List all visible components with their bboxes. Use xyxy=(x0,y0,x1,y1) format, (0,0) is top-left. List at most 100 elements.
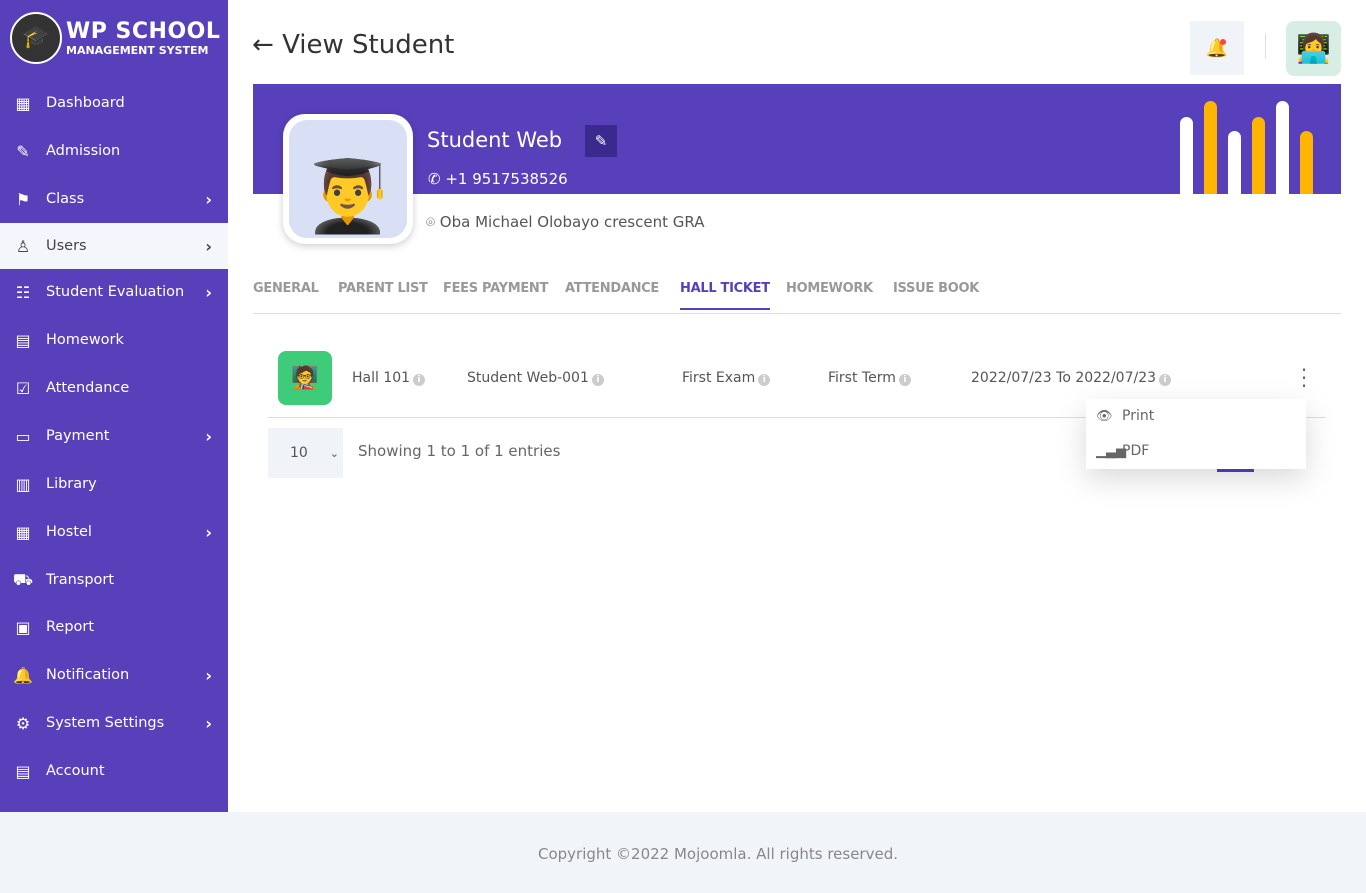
eye-icon: 👁 xyxy=(1096,408,1113,424)
tab-hall-ticket[interactable]: HALL TICKET xyxy=(680,281,770,310)
grid-icon: ▦ xyxy=(15,93,31,113)
chevron-right-icon: › xyxy=(205,665,212,685)
bell-icon: 🔔 xyxy=(13,665,33,685)
sidebar-item-homework[interactable]: ▤ Homework xyxy=(0,317,228,363)
decor-bar xyxy=(1204,101,1217,194)
gear-icon: ⚙ xyxy=(15,713,31,733)
sidebar-item-label: Transport xyxy=(46,572,115,588)
profile-banner xyxy=(253,84,1341,194)
hall-cell: Hall 101 i xyxy=(352,370,426,386)
info-icon[interactable]: i xyxy=(413,374,426,386)
sidebar-item-label: Hostel xyxy=(46,524,92,540)
info-icon[interactable]: i xyxy=(898,374,911,386)
sidebar-item-attendance[interactable]: ☑ Attendance xyxy=(0,365,228,411)
clipboard-icon: ☷ xyxy=(15,282,31,302)
sidebar-item-class[interactable]: ⚑ Class › xyxy=(0,176,228,222)
user-icon: ♙ xyxy=(15,236,31,256)
class-icon: ⚑ xyxy=(15,189,31,209)
decor-bar xyxy=(1276,101,1289,194)
chevron-right-icon: › xyxy=(205,522,212,542)
hall-ticket-icon: 🧑‍🏫 xyxy=(278,351,332,405)
sidebar-item-label: Attendance xyxy=(46,380,130,396)
tab-general[interactable]: GENERAL xyxy=(253,281,319,296)
sidebar-item-label: Admission xyxy=(46,143,121,159)
sidebar-item-label: Library xyxy=(46,476,97,492)
sidebar-item-label: Dashboard xyxy=(46,95,125,111)
bus-icon: ⛟ xyxy=(12,569,34,589)
sidebar-item-label: Payment xyxy=(46,428,110,444)
sidebar-item-admission[interactable]: ✎ Admission xyxy=(0,128,228,174)
tab-parent-list[interactable]: PARENT LIST xyxy=(338,281,428,296)
location-icon: ⌾ xyxy=(426,213,436,231)
pencil-icon: ✎ xyxy=(594,132,608,150)
phone-icon: ✆ xyxy=(428,170,441,188)
avatar[interactable]: 👩‍💻 xyxy=(1286,21,1341,76)
back-arrow-icon[interactable]: ← xyxy=(252,30,274,60)
student-photo: 👨‍🎓 xyxy=(283,114,413,244)
form-icon: ✎ xyxy=(16,141,30,161)
sidebar-item-student-evaluation[interactable]: ☷ Student Evaluation › xyxy=(0,269,228,315)
logo[interactable]: 🎓 WP SCHOOL MANAGEMENT SYSTEM xyxy=(0,0,228,75)
student-phone: ✆ +1 9517538526 xyxy=(428,170,568,188)
logo-icon: 🎓 xyxy=(10,11,62,64)
sidebar-item-label: Account xyxy=(46,763,105,779)
sidebar-item-label: System Settings xyxy=(46,715,165,731)
chevron-down-icon: ⌄ xyxy=(329,446,339,460)
chevron-right-icon: › xyxy=(205,426,212,446)
decor-bar xyxy=(1252,117,1265,194)
sidebar-item-label: Class xyxy=(46,191,85,207)
decor-bar xyxy=(1180,117,1193,194)
tab-attendance[interactable]: ATTENDANCE xyxy=(565,281,659,296)
notification-dot xyxy=(1220,39,1226,45)
check-icon: ☑ xyxy=(15,378,31,398)
chevron-right-icon: › xyxy=(205,236,212,256)
term-cell: First Term i xyxy=(828,370,911,386)
divider xyxy=(1265,34,1266,58)
page-title[interactable]: ← View Student xyxy=(252,30,454,60)
info-icon[interactable]: i xyxy=(758,374,771,386)
book-icon: ▤ xyxy=(15,330,31,350)
sidebar-item-payment[interactable]: ▭ Payment › xyxy=(0,413,228,459)
info-icon[interactable]: i xyxy=(591,374,604,386)
edit-button[interactable]: ✎ xyxy=(585,125,617,157)
decor-bar xyxy=(1228,131,1241,194)
sidebar-item-label: Notification xyxy=(46,667,130,683)
more-options-icon[interactable]: · · · xyxy=(1299,360,1309,396)
sidebar-item-report[interactable]: ▣ Report xyxy=(0,604,228,650)
sidebar-item-library[interactable]: ▥ Library xyxy=(0,461,228,507)
chart-icon: ▁▃▅ xyxy=(1096,443,1126,459)
sidebar-item-label: Homework xyxy=(46,332,124,348)
actions-menu: 👁 Print ▁▃▅ PDF xyxy=(1086,399,1306,469)
sidebar-item-label: Student Evaluation xyxy=(46,284,185,300)
sidebar-item-dashboard[interactable]: ▦ Dashboard xyxy=(0,80,228,126)
decor-bar xyxy=(1300,131,1313,194)
report-icon: ▣ xyxy=(15,617,31,637)
footer: Copyright ©2022 Mojoomla. All rights res… xyxy=(0,812,1366,893)
chevron-right-icon: › xyxy=(205,282,212,302)
exam-cell: First Exam i xyxy=(682,370,771,386)
sidebar-item-system-settings[interactable]: ⚙ System Settings › xyxy=(0,700,228,746)
sidebar-item-account[interactable]: ▤ Account xyxy=(0,748,228,794)
page-size-select[interactable]: 10 ⌄ xyxy=(268,428,343,478)
sidebar-item-hostel[interactable]: ▦ Hostel › xyxy=(0,509,228,555)
sidebar-item-users[interactable]: ♙ Users › xyxy=(0,223,228,269)
menu-item-pdf[interactable]: ▁▃▅ PDF xyxy=(1096,443,1149,459)
tab-bar: GENERAL PARENT LIST FEES PAYMENT ATTENDA… xyxy=(253,270,1341,314)
menu-item-print[interactable]: 👁 Print xyxy=(1096,408,1154,424)
notification-button[interactable]: 🔔 xyxy=(1190,21,1244,75)
student-address: ⌾ Oba Michael Olobayo crescent GRA xyxy=(426,213,705,231)
sidebar: 🎓 WP SCHOOL MANAGEMENT SYSTEM ▦ Dashboard… xyxy=(0,0,228,812)
student-name: Student Web xyxy=(427,128,563,152)
tab-homework[interactable]: HOMEWORK xyxy=(786,281,873,296)
sidebar-item-label: Report xyxy=(46,619,95,635)
account-icon: ▤ xyxy=(15,761,31,781)
info-icon[interactable]: i xyxy=(1159,374,1172,386)
tab-issue-book[interactable]: ISSUE BOOK xyxy=(893,281,979,296)
wallet-icon: ▭ xyxy=(15,426,31,446)
sidebar-item-transport[interactable]: ⛟ Transport xyxy=(0,557,228,603)
sidebar-item-label: Users xyxy=(46,238,87,254)
dates-cell: 2022/07/23 To 2022/07/23 i xyxy=(971,370,1172,386)
chevron-right-icon: › xyxy=(205,189,212,209)
sidebar-item-notification[interactable]: 🔔 Notification › xyxy=(0,652,228,698)
tab-fees-payment[interactable]: FEES PAYMENT xyxy=(443,281,548,296)
